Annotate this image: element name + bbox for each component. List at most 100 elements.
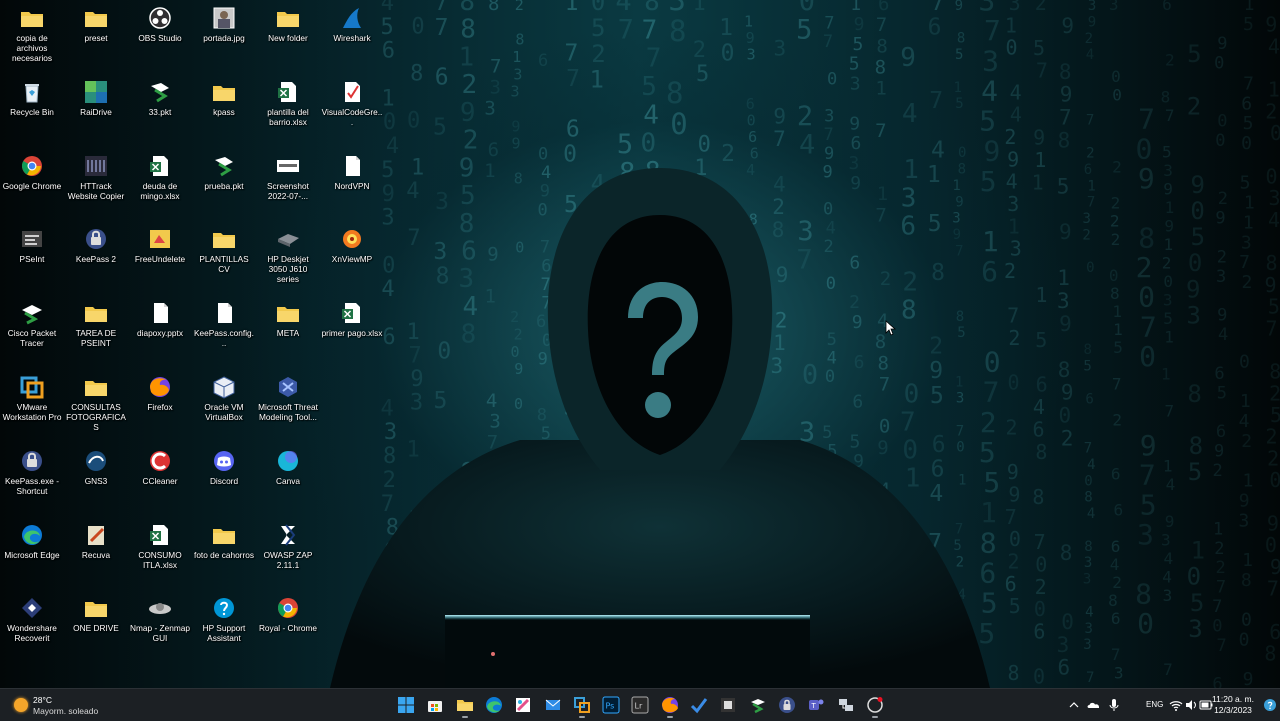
desktop-icon[interactable]: ONE DRIVE [65,592,127,633]
taskbar-photoshop[interactable]: Ps [598,691,624,719]
desktop-icon[interactable]: Nmap - Zenmap GUI [129,592,191,643]
desktop-icon[interactable]: New folder [257,2,319,43]
help-icon[interactable] [1262,697,1278,713]
desktop-icon[interactable]: diapoxy.pptx [129,297,191,338]
canva-icon [275,449,301,473]
desktop-icon[interactable]: plantilla del barrio.xlsx [257,76,319,127]
desktop-icon[interactable]: KeePass.exe - Shortcut [1,445,63,496]
desktop-icon[interactable]: Google Chrome [1,150,63,191]
desktop-icon[interactable]: META [257,297,319,338]
desktop-icon[interactable]: prueba.pkt [193,150,255,191]
desktop-icon-label: Wireshark [333,33,371,43]
httrack-icon [83,154,109,178]
desktop-icon[interactable]: HP Deskjet 3050 J610 series [257,223,319,284]
desktop-icon[interactable]: foto de cahorros [193,519,255,560]
taskbar-recording-app[interactable] [862,691,888,719]
taskbar-keepass[interactable] [774,691,800,719]
desktop-icon[interactable]: Canva [257,445,319,486]
folder-icon [83,375,109,399]
desktop-icon[interactable]: preset [65,2,127,43]
taskbar-vmware[interactable] [569,691,595,719]
desktop-icon[interactable]: GNS3 [65,445,127,486]
clock-date[interactable]: 12/3/2023 [1210,705,1256,715]
desktop-icon[interactable]: VisualCodeGre... [321,76,383,127]
desktop-icon-label: OBS Studio [138,33,182,43]
desktop-icon[interactable]: RaiDrive [65,76,127,117]
clock-time[interactable]: 11:20 a. m. [1210,694,1256,704]
desktop-icon[interactable]: Recycle Bin [1,76,63,117]
desktop-icon-label: foto de cahorros [194,550,254,560]
taskbar-firefox[interactable] [657,691,683,719]
taskbar-microsoft-store[interactable] [422,691,448,719]
input-language[interactable]: ENG [1146,700,1163,709]
running-indicator [666,716,673,718]
chrome-icon [19,154,45,178]
wifi-icon[interactable] [1168,697,1184,713]
desktop-icon[interactable]: Discord [193,445,255,486]
desktop-icon[interactable]: PLANTILLAS CV [193,223,255,274]
keepass-icon [83,227,109,251]
desktop-icon[interactable]: KeePass 2 [65,223,127,264]
desktop-icon-label: XnViewMP [331,254,373,264]
desktop-icon[interactable]: Microsoft Threat Modeling Tool... [257,371,319,422]
nmap-icon [147,596,173,620]
taskbar-terminal[interactable] [715,691,741,719]
desktop-icon[interactable]: XnViewMP [321,223,383,264]
microphone-icon[interactable] [1106,697,1122,713]
desktop-icon-label: PSeInt [19,254,45,264]
taskbar-todo[interactable] [686,691,712,719]
desktop-icon[interactable]: Oracle VM VirtualBox [193,371,255,422]
desktop-icon-label: KeePass.config... [194,328,254,348]
folder-icon [83,301,109,325]
desktop-icon-label: PLANTILLAS CV [199,254,249,274]
taskbar-snipping[interactable] [510,691,536,719]
desktop-icon[interactable]: Firefox [129,371,191,412]
running-indicator [871,716,878,718]
desktop-icon[interactable]: Cisco Packet Tracer [1,297,63,348]
desktop-icon-label: portada.jpg [203,33,245,43]
desktop-icon[interactable]: copia de archivos necesarios [1,2,63,63]
desktop-icon-label: HP Deskjet 3050 J610 series [267,254,309,284]
folder-icon [275,6,301,30]
desktop-icon[interactable]: HP Support Assistant [193,592,255,643]
chevron-up-icon[interactable] [1066,697,1082,713]
blank-file-icon [339,154,365,178]
desktop-icon-label: CCleaner [142,476,178,486]
pkt-file-icon [147,80,173,104]
taskbar-teams[interactable]: T [803,691,829,719]
taskbar-packet-tracer[interactable] [745,691,771,719]
desktop-icon[interactable]: PSeInt [1,223,63,264]
desktop-icon[interactable]: Screenshot 2022-07-... [257,150,319,201]
taskbar-network-tool[interactable] [833,691,859,719]
desktop-icon[interactable]: 33.pkt [129,76,191,117]
desktop-icon[interactable]: Wondershare Recoverit [1,592,63,643]
desktop-icon[interactable]: TAREA DE PSEINT [65,297,127,348]
desktop-icon[interactable]: Royal - Chrome [257,592,319,633]
desktop-icon-label: CONSULTAS FOTOGRAFICAS [66,402,126,432]
desktop-icon[interactable]: OWASP ZAP 2.11.1 [257,519,319,570]
desktop-icon[interactable]: Recuva [65,519,127,560]
desktop-icon[interactable]: NordVPN [321,150,383,191]
taskbar-start-button[interactable] [393,691,419,719]
desktop-icon[interactable]: KeePass.config... [193,297,255,348]
desktop-icon[interactable]: portada.jpg [193,2,255,43]
desktop-icon-label: 33.pkt [148,107,172,117]
desktop-icon[interactable]: CCleaner [129,445,191,486]
desktop-icon[interactable]: kpass [193,76,255,117]
onedrive-cloud-icon[interactable] [1086,697,1102,713]
desktop-icon[interactable]: CONSUMO ITLA.xlsx [129,519,191,570]
desktop-icon[interactable]: VMware Workstation Pro [1,371,63,422]
taskbar-mail[interactable] [540,691,566,719]
desktop-icon[interactable]: OBS Studio [129,2,191,43]
desktop-icon[interactable]: primer pago.xlsx [321,297,383,338]
desktop-icon[interactable]: Wireshark [321,2,383,43]
taskbar-file-explorer[interactable] [452,691,478,719]
desktop-icon[interactable]: HTTrack Website Copier [65,150,127,201]
desktop-icon[interactable]: CONSULTAS FOTOGRAFICAS [65,371,127,432]
blank-file-icon [211,301,237,325]
desktop-icon[interactable]: Microsoft Edge [1,519,63,560]
desktop-icon[interactable]: FreeUndelete [129,223,191,264]
taskbar-edge[interactable] [481,691,507,719]
desktop-icon[interactable]: deuda de mingo.xlsx [129,150,191,201]
taskbar-lightroom[interactable]: Lr [627,691,653,719]
